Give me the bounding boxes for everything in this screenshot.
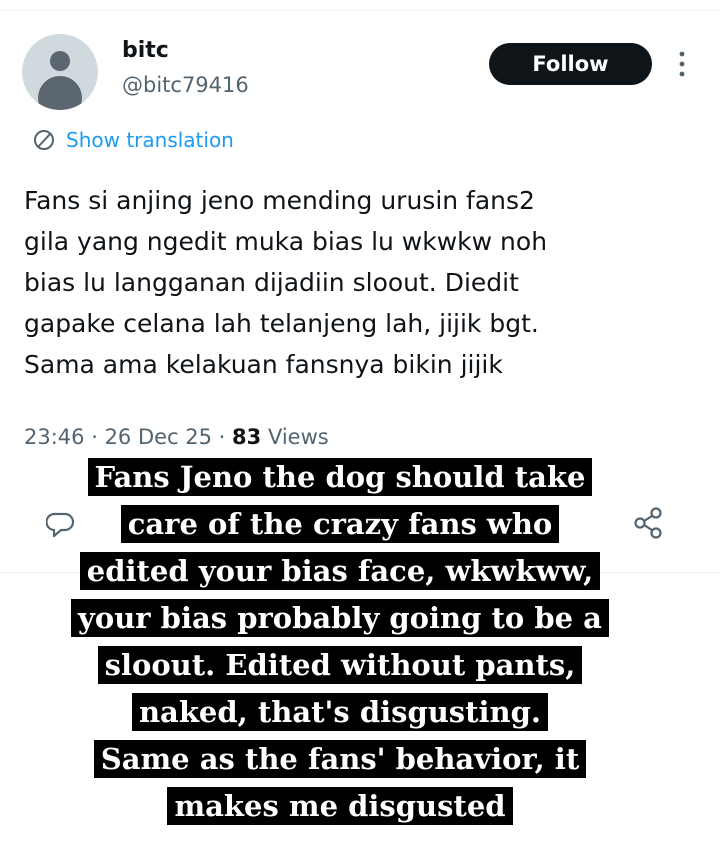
caption-line: edited your bias face, wkwkww, — [79, 552, 601, 590]
avatar[interactable] — [22, 34, 98, 110]
translation-caption-overlay: Fans Jeno the dog should take care of the… — [0, 454, 680, 830]
caption-line: naked, that's disgusting. — [131, 693, 549, 731]
caption-line: Fans Jeno the dog should take — [87, 458, 593, 496]
meta-separator: · — [84, 425, 105, 449]
tweet-time[interactable]: 23:46 — [24, 425, 85, 449]
meta-separator: · — [212, 425, 233, 449]
top-divider — [0, 10, 720, 11]
more-vertical-icon[interactable] — [678, 50, 686, 78]
caption-line: Same as the fans' behavior, it — [93, 740, 587, 778]
follow-button[interactable]: Follow — [489, 43, 652, 85]
tweet-text: Fans si anjing jeno mending urusin fans2… — [24, 186, 548, 379]
tweet-meta: 23:46 · 26 Dec 25 · 83 Views — [24, 425, 329, 449]
avatar-head-shape — [50, 51, 70, 71]
caption-line: your bias probably going to be a — [71, 599, 609, 637]
globe-icon — [34, 130, 54, 150]
show-translation-link[interactable]: Show translation — [32, 126, 234, 154]
tweet-date[interactable]: 26 Dec 25 — [105, 425, 212, 449]
user-handle[interactable]: @bitc79416 — [122, 73, 249, 97]
avatar-shoulders-shape — [38, 76, 82, 110]
caption-line: sloout. Edited without pants, — [97, 646, 583, 684]
caption-line: makes me disgusted — [167, 787, 513, 825]
caption-line: care of the crazy fans who — [120, 505, 560, 543]
show-translation-label: Show translation — [66, 128, 234, 152]
views-label: Views — [261, 425, 329, 449]
views-count: 83 — [232, 425, 262, 449]
display-name[interactable]: bitc — [122, 38, 169, 63]
